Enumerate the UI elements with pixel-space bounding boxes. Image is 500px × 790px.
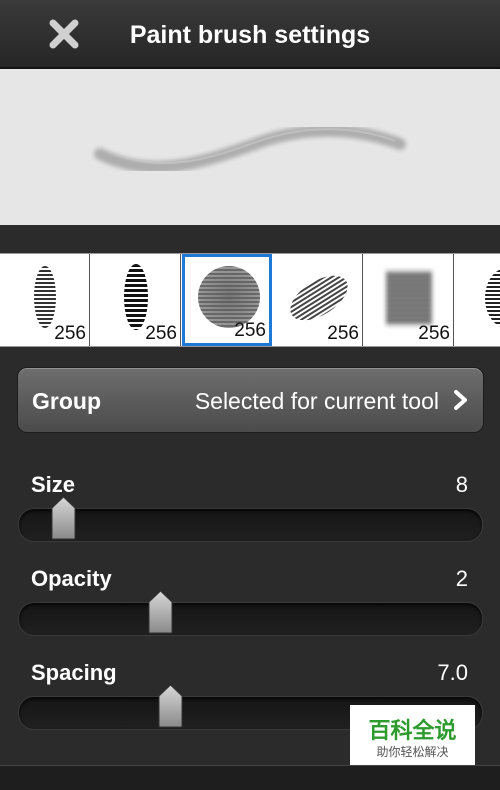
brush-strip: 256 256 256 256 256 xyxy=(0,253,500,347)
brush-item[interactable]: 256 xyxy=(91,254,181,346)
page-title: Paint brush settings xyxy=(129,21,371,49)
opacity-slider-track[interactable] xyxy=(18,602,483,636)
chevron-right-icon xyxy=(454,390,467,410)
size-label: Size xyxy=(31,472,76,497)
size-slider-track[interactable] xyxy=(18,508,483,542)
size-slider-thumb[interactable] xyxy=(51,496,76,540)
brush-item[interactable]: 256 xyxy=(0,254,90,346)
brush-item[interactable]: 256 xyxy=(273,254,363,346)
header-bar: Paint brush settings xyxy=(0,0,500,69)
group-label: Group xyxy=(32,388,101,414)
group-value: Selected for current tool xyxy=(194,388,439,414)
bottom-bar xyxy=(0,765,500,790)
brush-size-label: 256 xyxy=(234,320,266,341)
opacity-slider-thumb[interactable] xyxy=(148,590,173,634)
brush-size-label: 256 xyxy=(327,323,359,344)
opacity-label: Opacity xyxy=(31,566,112,591)
watermark-sub: 助你轻松解决 xyxy=(376,745,449,759)
brush-item[interactable]: 256 xyxy=(364,254,454,346)
stroke-preview xyxy=(0,69,500,225)
brush-size-label: 256 xyxy=(418,323,450,344)
brush-item[interactable] xyxy=(455,254,500,346)
spacing-label: Spacing xyxy=(31,660,117,685)
brush-size-label: 256 xyxy=(145,323,177,344)
partial-brush-icon xyxy=(485,269,500,327)
brush-size-label: 256 xyxy=(54,323,86,344)
group-selector[interactable]: Group Selected for current tool xyxy=(17,367,484,433)
stroke-preview-graphic xyxy=(94,124,406,174)
brush-item-selected[interactable]: 256 xyxy=(182,254,272,346)
spacing-slider-thumb[interactable] xyxy=(158,684,183,728)
opacity-value: 2 xyxy=(455,566,468,591)
watermark: 百科全说 助你轻松解决 xyxy=(350,705,475,765)
size-value: 8 xyxy=(455,472,468,497)
spacing-value: 7.0 xyxy=(437,660,468,685)
watermark-main: 百科全说 xyxy=(368,718,457,743)
